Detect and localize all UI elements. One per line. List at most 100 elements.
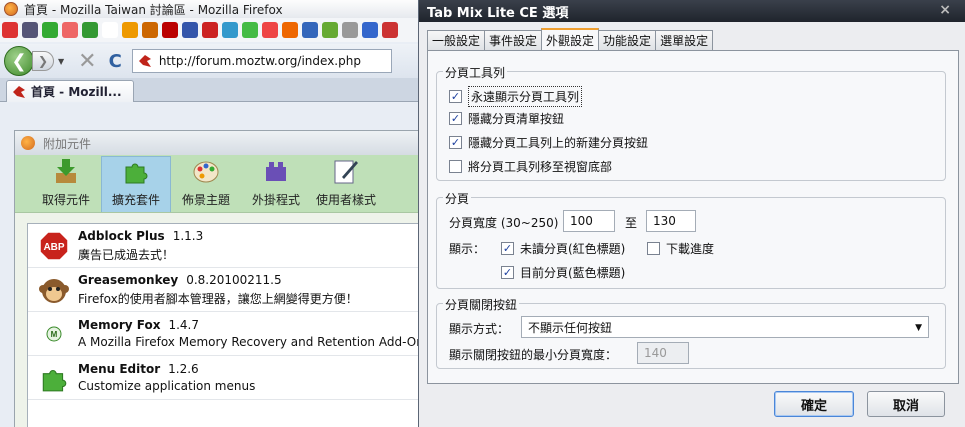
stop-icon[interactable]: ✕: [78, 49, 96, 74]
checkbox[interactable]: ✓: [449, 136, 462, 149]
list-item[interactable]: ABP Adblock Plus 1.1.3 廣告已成過去式！: [28, 224, 426, 268]
bookmark-icon[interactable]: [242, 22, 258, 38]
bookmark-icon[interactable]: [282, 22, 298, 38]
bookmark-icon[interactable]: [342, 22, 358, 38]
browser-tab-label: 首頁 - Mozill...: [31, 85, 122, 99]
bookmark-icon[interactable]: [182, 22, 198, 38]
pen-paper-icon: [332, 157, 360, 185]
checkbox-label: 隱藏分頁清單按鈕: [468, 112, 565, 126]
palette-icon: [192, 157, 220, 185]
puzzle-icon: [122, 157, 150, 185]
user-styles-button[interactable]: 使用者樣式: [311, 156, 381, 212]
tab-strip: 首頁 - Mozill...: [0, 78, 420, 102]
reload-icon[interactable]: C: [109, 51, 122, 72]
min-width-label: 顯示關閉按鈕的最小分頁寬度：: [449, 348, 618, 362]
close-button-mode-select[interactable]: 不顯示任何按鈕 ▼: [521, 316, 929, 338]
bookmark-icon[interactable]: [162, 22, 178, 38]
bookmarks-toolbar: [0, 18, 420, 42]
list-item[interactable]: Menu Editor 1.2.6 Customize application m…: [28, 356, 426, 400]
tab-appearance[interactable]: 外觀設定: [541, 28, 600, 51]
forward-button[interactable]: ❯: [32, 51, 54, 71]
toolbar-label: 取得元件: [41, 193, 90, 207]
close-icon[interactable]: ×: [939, 2, 951, 18]
bookmark-icon[interactable]: [222, 22, 238, 38]
history-dropdown-icon[interactable]: ▼: [58, 57, 64, 66]
addon-version: 0.8.20100211.5: [186, 272, 282, 287]
close-button-group: 分頁關閉按鈕 顯示方式： 不顯示任何按鈕 ▼ 顯示關閉按鈕的最小分頁寬度： 14…: [436, 296, 946, 369]
bookmark-icon[interactable]: [142, 22, 158, 38]
url-text: http://forum.moztw.org/index.php: [158, 54, 361, 68]
display-mode-label: 顯示方式：: [449, 322, 510, 336]
toolbar-label: 外掛程式: [251, 193, 300, 207]
checkbox[interactable]: ✓: [449, 90, 462, 103]
download-addon-icon: [52, 157, 80, 185]
tabbar-bottom-checkbox[interactable]: 將分頁工具列移至視窗底部: [449, 158, 612, 175]
tab-events[interactable]: 事件設定: [484, 30, 543, 50]
bookmark-icon[interactable]: [322, 22, 338, 38]
memory-icon: M: [38, 318, 70, 350]
addon-version: 1.4.7: [168, 318, 199, 332]
url-bar[interactable]: http://forum.moztw.org/index.php: [131, 49, 392, 73]
plugins-button[interactable]: 外掛程式: [241, 156, 311, 212]
to-label: 至: [625, 216, 638, 230]
download-progress-checkbox[interactable]: 下載進度: [647, 240, 714, 257]
checkbox[interactable]: [647, 242, 660, 255]
checkbox[interactable]: ✓: [501, 266, 514, 279]
dialog-title: Tab Mix Lite CE 選項: [427, 5, 569, 21]
tab-features[interactable]: 功能設定: [598, 30, 657, 50]
addon-description: Firefox的使用者腳本管理器，讓您上網變得更方便！: [78, 291, 358, 306]
list-item[interactable]: Greasemonkey 0.8.20100211.5 Firefox的使用者腳本…: [28, 268, 426, 312]
puzzle-small-icon: [38, 362, 70, 394]
toolbar-label: 使用者樣式: [315, 193, 376, 207]
checkbox-label: 隱藏分頁工具列上的新建分頁按鈕: [468, 136, 649, 150]
addons-window-title: 附加元件: [43, 136, 92, 151]
bookmark-icon[interactable]: [202, 22, 218, 38]
tab-width-min-input[interactable]: 100: [563, 210, 615, 232]
bookmark-icon[interactable]: [362, 22, 378, 38]
list-item[interactable]: M Memory Fox 1.4.7 A Mozilla Firefox Memo…: [28, 312, 426, 356]
abp-icon: ABP: [38, 230, 70, 262]
bookmark-icon[interactable]: [382, 22, 398, 38]
bookmark-icon[interactable]: [262, 22, 278, 38]
cancel-button[interactable]: 取消: [867, 391, 945, 417]
bookmark-icon[interactable]: [82, 22, 98, 38]
hide-tab-list-button-checkbox[interactable]: ✓ 隱藏分頁清單按鈕: [449, 110, 564, 127]
plugin-brick-icon: [262, 157, 290, 185]
bookmark-icon[interactable]: [22, 22, 38, 38]
tab-general[interactable]: 一般設定: [427, 30, 486, 50]
bookmark-icon[interactable]: [302, 22, 318, 38]
tab-width-max-input[interactable]: 130: [646, 210, 696, 232]
tabmix-options-dialog: Tab Mix Lite CE 選項 × 一般設定 事件設定 外觀設定 功能設定…: [418, 0, 965, 427]
checkbox[interactable]: ✓: [501, 242, 514, 255]
addon-description: A Mozilla Firefox Memory Recovery and Re…: [78, 335, 424, 349]
checkbox-label: 目前分頁(藍色標題): [520, 266, 626, 280]
tabbar-group: 分頁工具列 ✓ 永遠顯示分頁工具列 ✓ 隱藏分頁清單按鈕 ✓ 隱藏分頁工具列上的…: [436, 64, 946, 181]
checkbox-label: 下載進度: [666, 242, 715, 256]
extensions-button[interactable]: 擴充套件: [101, 156, 171, 212]
checkbox[interactable]: ✓: [449, 112, 462, 125]
addon-name: Adblock Plus: [78, 228, 165, 243]
bookmark-icon[interactable]: [2, 22, 18, 38]
svg-text:M: M: [51, 330, 58, 339]
bookmark-icon[interactable]: [102, 22, 118, 38]
get-addons-button[interactable]: 取得元件: [31, 156, 101, 212]
checkbox[interactable]: [449, 160, 462, 173]
navigation-toolbar: ❮ ❯ ▼ ✕ C http://forum.moztw.org/index.p…: [0, 44, 420, 78]
min-width-input[interactable]: 140: [637, 342, 689, 364]
bookmark-icon[interactable]: [62, 22, 78, 38]
always-show-tabbar-checkbox[interactable]: ✓ 永遠顯示分頁工具列: [449, 86, 583, 107]
addon-list: ABP Adblock Plus 1.1.3 廣告已成過去式！ Greasemon…: [27, 223, 427, 427]
ok-button[interactable]: 確定: [774, 391, 854, 417]
addon-version: 1.1.3: [172, 228, 204, 243]
bookmark-icon[interactable]: [42, 22, 58, 38]
browser-tab[interactable]: 首頁 - Mozill...: [6, 80, 134, 102]
chevron-down-icon: ▼: [915, 323, 922, 333]
hide-new-tab-button-checkbox[interactable]: ✓ 隱藏分頁工具列上的新建分頁按鈕: [449, 134, 648, 151]
addons-toolbar: 取得元件 擴充套件 佈景主題 外掛程式 使用者樣式: [15, 155, 423, 213]
bookmark-icon[interactable]: [122, 22, 138, 38]
tab-menus[interactable]: 選單設定: [655, 30, 714, 50]
themes-button[interactable]: 佈景主題: [171, 156, 241, 212]
current-tab-checkbox[interactable]: ✓ 目前分頁(藍色標題): [501, 264, 625, 281]
unread-tab-checkbox[interactable]: ✓ 未讀分頁(紅色標題): [501, 240, 625, 257]
back-button[interactable]: ❮: [4, 46, 34, 76]
